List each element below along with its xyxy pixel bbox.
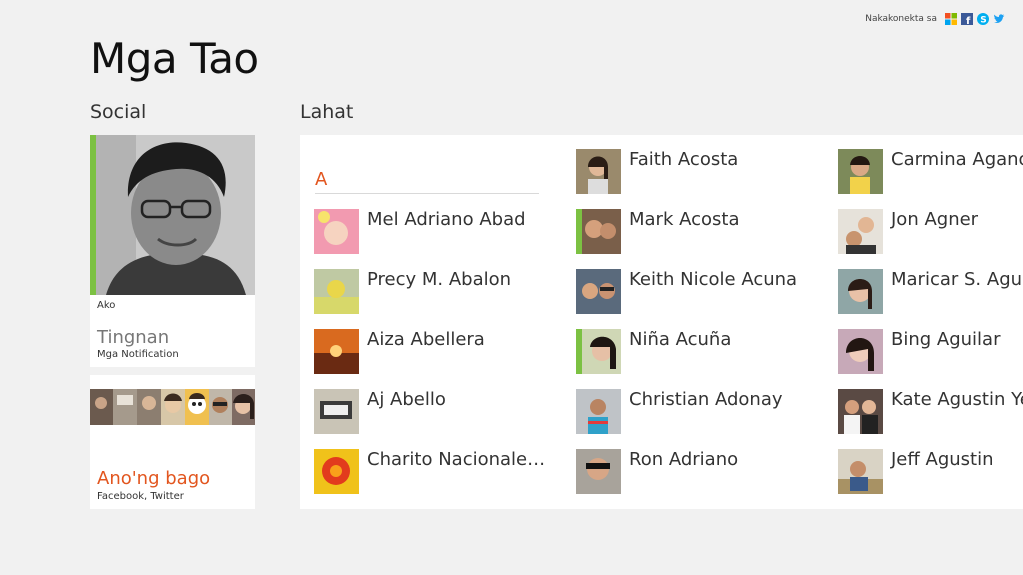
contact-avatar (576, 389, 621, 434)
view-link[interactable]: Tingnan (97, 327, 169, 348)
group-header-divider (315, 193, 539, 194)
contact-name: Faith Acosta (629, 149, 739, 170)
contact-name: Christian Adonay (629, 389, 783, 410)
me-label: Ako (97, 300, 116, 311)
contact-item[interactable]: Aiza Abellera (314, 329, 485, 375)
contact-item[interactable]: Mel Adriano Abad (314, 209, 526, 255)
whats-new-sources: Facebook, Twitter (97, 491, 184, 502)
contact-name: Aiza Abellera (367, 329, 485, 350)
contact-item[interactable]: Niña Acuña (576, 329, 731, 375)
contact-name: Jon Agner (891, 209, 979, 230)
svg-text:f: f (966, 16, 971, 25)
contact-avatar (314, 389, 359, 434)
contact-name: Charito Nacionale… (367, 449, 546, 470)
contact-name: Aj Abello (367, 389, 446, 410)
section-all-heading[interactable]: Lahat (300, 101, 353, 123)
contact-item[interactable]: Jon Agner (838, 209, 978, 255)
contact-avatar (838, 269, 883, 314)
twitter-icon[interactable] (993, 13, 1005, 25)
contact-avatar (576, 329, 621, 374)
profile-photo (96, 135, 255, 295)
contact-item[interactable]: Maricar S. Agua (838, 269, 1023, 315)
contact-item[interactable]: Aj Abello (314, 389, 446, 435)
contact-name: Mark Acosta (629, 209, 740, 230)
contact-avatar (576, 149, 621, 194)
windows-icon[interactable] (945, 13, 957, 25)
whats-new-tile[interactable]: Ano'ng bago Facebook, Twitter (90, 375, 255, 509)
contact-avatar (838, 389, 883, 434)
contact-avatar (838, 329, 883, 374)
whats-new-title[interactable]: Ano'ng bago (97, 468, 210, 489)
contact-name: Kate Agustin Yeh (891, 389, 1023, 410)
contact-avatar (314, 209, 359, 254)
contact-item[interactable]: Ron Adriano (576, 449, 738, 495)
contact-item[interactable]: Keith Nicole Acuna (576, 269, 797, 315)
connected-services: Nakakonekta sa f S (865, 13, 1005, 25)
contact-item[interactable]: Carmina Agano (838, 149, 1023, 195)
contact-item[interactable]: Faith Acosta (576, 149, 738, 195)
facebook-icon[interactable]: f (961, 13, 973, 25)
contact-name: Maricar S. Agua (891, 269, 1023, 290)
contact-name: Bing Aguilar (891, 329, 1001, 350)
contact-avatar (314, 449, 359, 494)
contacts-panel: A Mel Adriano Abad Precy M. Abalon Aiza … (300, 135, 1023, 509)
contact-item[interactable]: Bing Aguilar (838, 329, 1001, 375)
contact-avatar (576, 209, 621, 254)
friends-photo-strip (90, 389, 255, 425)
contact-avatar (838, 149, 883, 194)
contact-name: Ron Adriano (629, 449, 739, 470)
section-social-heading[interactable]: Social (90, 101, 146, 123)
contact-avatar (576, 449, 621, 494)
contact-item[interactable]: Precy M. Abalon (314, 269, 511, 315)
contact-avatar (314, 329, 359, 374)
contact-avatar (576, 269, 621, 314)
contact-avatar (314, 269, 359, 314)
skype-icon[interactable]: S (977, 13, 989, 25)
me-tile[interactable]: Ako Tingnan Mga Notification (90, 135, 255, 367)
contact-name: Mel Adriano Abad (367, 209, 526, 230)
page-title: Mga Tao (90, 34, 259, 83)
contact-name: Precy M. Abalon (367, 269, 512, 290)
connected-label: Nakakonekta sa (865, 14, 937, 24)
group-header-a[interactable]: A (315, 169, 327, 190)
contact-avatar (838, 449, 883, 494)
contact-item[interactable]: Mark Acosta (576, 209, 739, 255)
contact-item[interactable]: Christian Adonay (576, 389, 783, 435)
contact-item[interactable]: Charito Nacionale… (314, 449, 545, 495)
notifications-label: Mga Notification (97, 349, 179, 360)
svg-text:S: S (980, 16, 986, 26)
contact-item[interactable]: Jeff Agustin (838, 449, 994, 495)
contact-name: Jeff Agustin (891, 449, 994, 470)
contact-name: Carmina Agano (891, 149, 1023, 170)
contact-avatar (838, 209, 883, 254)
contact-name: Keith Nicole Acuna (629, 269, 798, 290)
contact-item[interactable]: Kate Agustin Yeh (838, 389, 1023, 435)
contact-name: Niña Acuña (629, 329, 732, 350)
